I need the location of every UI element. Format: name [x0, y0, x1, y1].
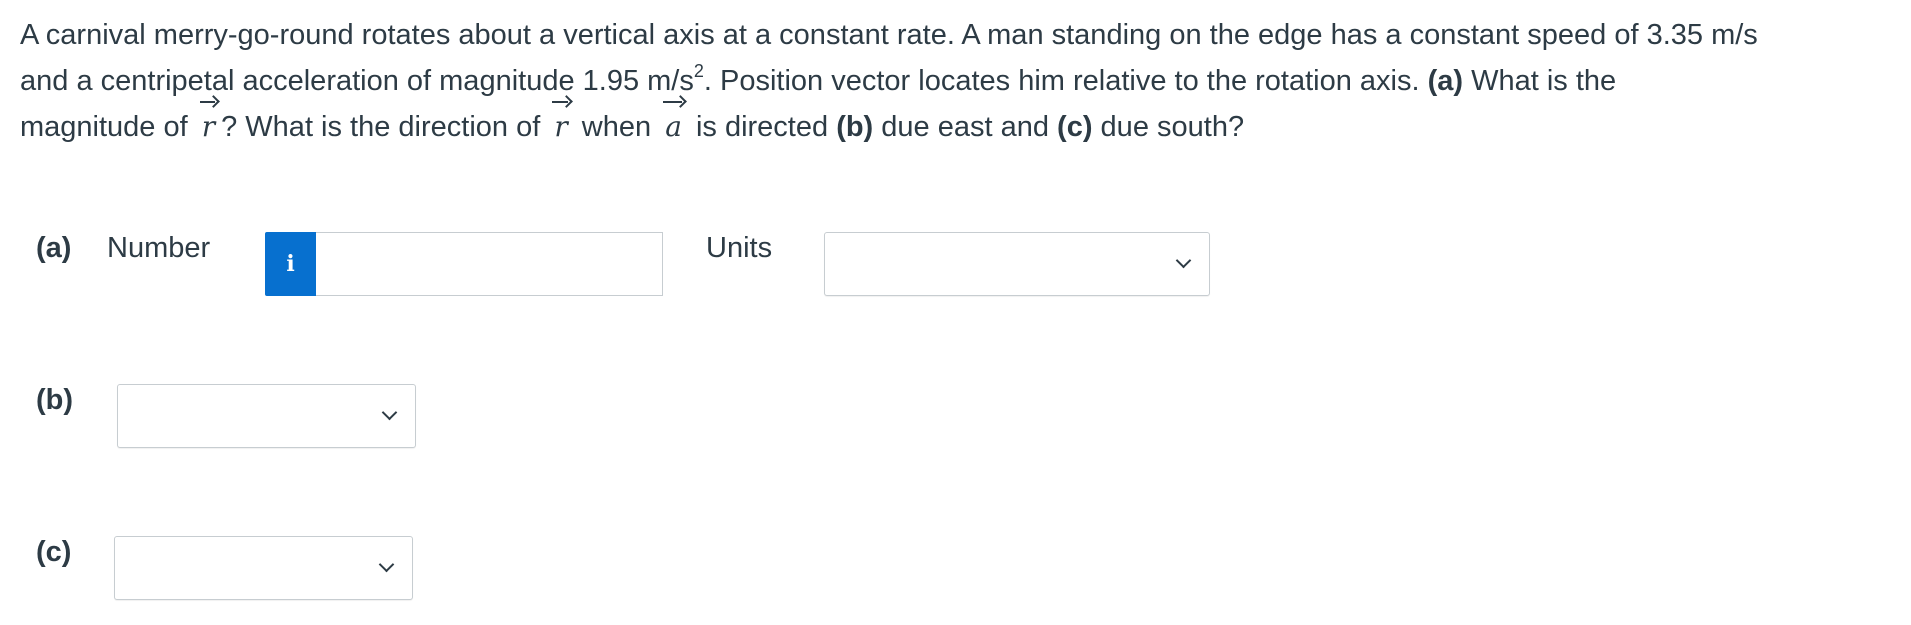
question-line-1: A carnival merry-go-round rotates about …	[20, 12, 1900, 58]
question-line-3-text-e: due east and	[873, 111, 1058, 143]
part-a-marker: (a)	[1427, 65, 1464, 97]
number-label: Number	[107, 232, 211, 264]
info-icon: i	[286, 251, 295, 277]
chevron-down-icon	[381, 404, 398, 421]
question-line-3-text-c: when	[573, 111, 660, 143]
part-a-row: (a)	[36, 232, 71, 265]
question-line-2: and a centripetal acceleration of magnit…	[20, 58, 1900, 104]
question-line-3: magnitude of r? What is the direction of…	[20, 101, 1900, 150]
part-c-marker: (c)	[1057, 111, 1093, 143]
question-line-2-text-c: What is the	[1463, 65, 1617, 97]
info-button[interactable]: i	[265, 232, 316, 296]
units-label-wrap: Units	[706, 232, 772, 265]
vector-r-letter: r	[201, 110, 216, 143]
question-line-3-text-d: is directed	[687, 111, 837, 143]
part-b-direction-select[interactable]	[117, 384, 416, 448]
part-c-row: (c)	[36, 536, 71, 569]
vector-arrow-icon	[552, 96, 571, 106]
question-line-2-text-a: and a centripetal acceleration of magnit…	[20, 65, 694, 97]
part-c-label: (c)	[36, 536, 72, 568]
part-b-marker: (b)	[836, 111, 874, 143]
question-line-1-text: A carnival merry-go-round rotates about …	[20, 19, 1758, 51]
units-select[interactable]	[824, 232, 1210, 296]
question-line-3-text-b: ? What is the direction of	[221, 111, 549, 143]
question-line-3-text-a: magnitude of	[20, 111, 196, 143]
vector-arrow-icon	[199, 96, 219, 106]
chevron-down-icon	[1175, 252, 1192, 269]
question-line-3-text-f: due south?	[1092, 111, 1245, 143]
number-input[interactable]	[316, 232, 663, 296]
part-c-direction-select[interactable]	[114, 536, 413, 600]
part-a-label: (a)	[36, 232, 72, 264]
question-text: A carnival merry-go-round rotates about …	[20, 12, 1900, 150]
number-label-wrap: Number	[107, 232, 210, 265]
number-field-group: i	[265, 232, 663, 296]
chevron-down-icon	[378, 556, 395, 573]
vector-a-letter: a	[665, 110, 682, 143]
vector-arrow-icon	[663, 96, 686, 106]
part-b-label: (b)	[36, 384, 74, 416]
question-line-2-text-b: . Position vector locates him relative t…	[703, 65, 1428, 97]
vector-r: r	[550, 101, 571, 150]
vector-r: r	[198, 101, 219, 150]
units-label: Units	[706, 232, 773, 264]
part-b-row: (b)	[36, 384, 73, 417]
vector-a: a	[661, 101, 686, 150]
vector-r-letter: r	[554, 110, 568, 143]
exponent: 2	[693, 61, 704, 82]
